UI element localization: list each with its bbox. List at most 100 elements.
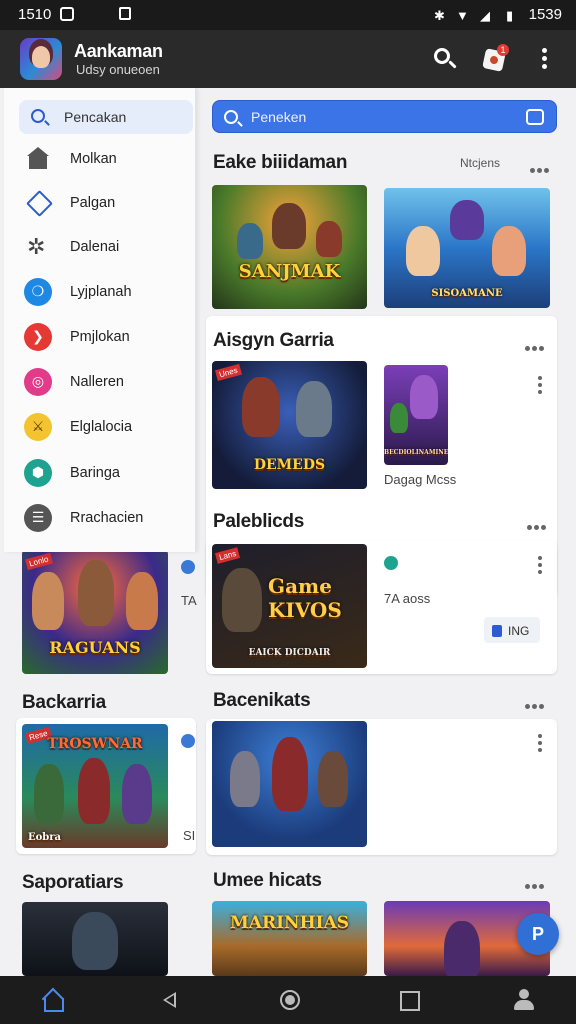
overflow-menu-button[interactable] bbox=[536, 46, 552, 72]
nav-item-molkan[interactable]: Molkan bbox=[20, 140, 196, 180]
nav-item-rrachacien[interactable]: ☰ Rrachacien bbox=[20, 499, 196, 539]
recents-icon[interactable] bbox=[397, 988, 421, 1012]
card-more-icon[interactable] bbox=[538, 734, 544, 754]
nav-item-label: Lyjplanah bbox=[70, 284, 132, 300]
nav-item-nalleren[interactable]: ◎ Nalleren bbox=[20, 363, 196, 403]
nav-item-palgan[interactable]: Palgan bbox=[20, 184, 196, 224]
game-thumbnail[interactable] bbox=[22, 902, 168, 976]
search-button[interactable] bbox=[432, 46, 458, 72]
notification-button[interactable]: 1 bbox=[481, 44, 509, 72]
game-thumbnail[interactable]: Lans Game KIVOS EAICK DICDAIR bbox=[212, 544, 367, 668]
thumbnail-caption: SISOAMANE bbox=[431, 288, 503, 299]
thumbnail-caption: RAGUANS bbox=[49, 638, 141, 657]
card-more-icon[interactable] bbox=[538, 556, 544, 576]
game-thumbnail[interactable] bbox=[212, 721, 367, 847]
nav-item-label: Rrachacien bbox=[70, 510, 144, 526]
thumbnail-caption: MARINHIAS bbox=[229, 913, 350, 933]
card-side-text: TA bbox=[181, 593, 197, 608]
bottom-navigation-bar bbox=[0, 976, 576, 1024]
section-more-icon[interactable] bbox=[527, 517, 553, 530]
install-button[interactable]: ING bbox=[484, 617, 540, 643]
home-button-icon[interactable] bbox=[278, 988, 302, 1012]
card-subtitle: 7A aoss bbox=[384, 591, 431, 606]
main-search-placeholder: Peneken bbox=[251, 109, 307, 125]
thumbnail-caption: BECDIOLINAMINE bbox=[384, 449, 448, 456]
card-more-icon[interactable] bbox=[538, 376, 544, 396]
home-status-icon bbox=[119, 7, 131, 20]
document-icon: ☰ bbox=[24, 504, 52, 532]
section-meta[interactable]: Ntcjens bbox=[460, 156, 500, 170]
section-more-icon[interactable] bbox=[525, 338, 551, 351]
status-time-right: 1539 bbox=[528, 6, 562, 23]
message-icon bbox=[60, 7, 74, 21]
thumbnail-caption: SANJMAK bbox=[238, 261, 341, 282]
chat-icon: ❍ bbox=[24, 278, 52, 306]
nav-item-dalenai[interactable]: Dalenai bbox=[20, 228, 196, 268]
main-search-bar[interactable]: Peneken bbox=[212, 100, 557, 133]
back-icon[interactable] bbox=[158, 988, 182, 1012]
nav-item-label: Baringa bbox=[70, 465, 120, 481]
section-title: Saporatiars bbox=[22, 872, 124, 893]
app-bar: Aankaman Udsy onueoen 1 bbox=[0, 30, 576, 88]
bluetooth-icon: ✱ bbox=[434, 8, 445, 23]
nav-item-lyjplanah[interactable]: ❍ Lyjplanah bbox=[20, 273, 196, 313]
sword-icon: ⚔ bbox=[24, 413, 52, 441]
game-thumbnail[interactable]: SISOAMANE bbox=[384, 188, 550, 308]
app-logo[interactable] bbox=[20, 38, 62, 80]
home-nav-icon[interactable] bbox=[40, 988, 64, 1012]
status-bar: 1510 ✱ ▼ ◢ ▮ 1539 bbox=[0, 0, 576, 30]
navigation-drawer: Pencakan Molkan Palgan Dalenai ❍ Lyjplan… bbox=[4, 88, 196, 552]
thumbnail-caption: DEMEDS bbox=[253, 457, 326, 473]
status-time-left: 1510 bbox=[18, 6, 52, 23]
nav-item-pmjlokan[interactable]: ❯ Pmjlokan bbox=[20, 318, 196, 358]
nav-item-label: Pmjlokan bbox=[70, 329, 130, 345]
game-badge-icon bbox=[181, 734, 195, 748]
tag-icon bbox=[24, 189, 52, 217]
section-title: Bacenikats bbox=[213, 690, 311, 711]
thumbnail-caption: TROSWNAR bbox=[47, 736, 143, 752]
thumbnail-caption-line2: KIVOS bbox=[268, 598, 342, 622]
camera-icon: ◎ bbox=[24, 368, 52, 396]
game-thumbnail[interactable]: Lonlo RAGUANS bbox=[22, 550, 168, 674]
thumbnail-footer: EAICK DICDAIR bbox=[248, 648, 331, 658]
game-thumbnail[interactable]: SANJMAK bbox=[212, 185, 367, 309]
game-thumbnail[interactable]: MARINHIAS bbox=[212, 901, 367, 976]
nav-item-elglalocia[interactable]: ⚔ Elglalocia bbox=[20, 408, 196, 448]
thumbnail-tag: Lonlo bbox=[25, 552, 53, 571]
app-subtitle: Udsy onueoen bbox=[76, 62, 160, 77]
section-title: Backarria bbox=[22, 692, 106, 713]
gear-icon bbox=[24, 233, 52, 261]
nav-item-baringa[interactable]: ⬢ Baringa bbox=[20, 454, 196, 494]
scan-icon[interactable] bbox=[526, 109, 544, 125]
section-more-icon[interactable] bbox=[530, 160, 556, 173]
drawer-search-placeholder: Pencakan bbox=[64, 109, 127, 125]
section-title: Paleblicds bbox=[213, 511, 304, 532]
nav-item-label: Dalenai bbox=[70, 239, 120, 255]
floating-action-button[interactable]: P bbox=[517, 913, 559, 955]
game-thumbnail[interactable]: Unes DEMEDS bbox=[212, 361, 367, 489]
game-badge-icon bbox=[181, 560, 195, 574]
section-title: Umee hicats bbox=[213, 870, 322, 891]
thumbnail-caption-line1: Game bbox=[268, 574, 332, 598]
section-more-icon[interactable] bbox=[525, 876, 551, 889]
game-thumbnail[interactable]: Rese TROSWNAR Eobra bbox=[22, 724, 168, 848]
controller-icon: ⬢ bbox=[24, 459, 52, 487]
nav-item-label: Molkan bbox=[70, 151, 117, 167]
section-title: Eake biiidaman bbox=[213, 152, 348, 173]
section-more-icon[interactable] bbox=[525, 696, 551, 709]
drawer-search-bar[interactable]: Pencakan bbox=[19, 100, 193, 134]
notification-badge: 1 bbox=[497, 44, 509, 56]
battery-icon: ▮ bbox=[506, 8, 514, 23]
game-thumbnail[interactable]: BECDIOLINAMINE bbox=[384, 365, 448, 465]
card-side-text: SI bbox=[183, 828, 196, 843]
profile-icon[interactable] bbox=[512, 988, 536, 1012]
thumbnail-footer: Eobra bbox=[28, 832, 62, 843]
nav-item-label: Palgan bbox=[70, 195, 116, 211]
thumbnail-tag: Lans bbox=[214, 547, 241, 564]
card-subtitle: Dagag Mcss bbox=[384, 472, 457, 487]
nav-item-label: Nalleren bbox=[70, 374, 124, 390]
search-icon bbox=[31, 109, 45, 123]
game-badge-icon bbox=[384, 556, 398, 570]
search-icon bbox=[224, 110, 238, 124]
bookmark-icon bbox=[492, 625, 502, 637]
